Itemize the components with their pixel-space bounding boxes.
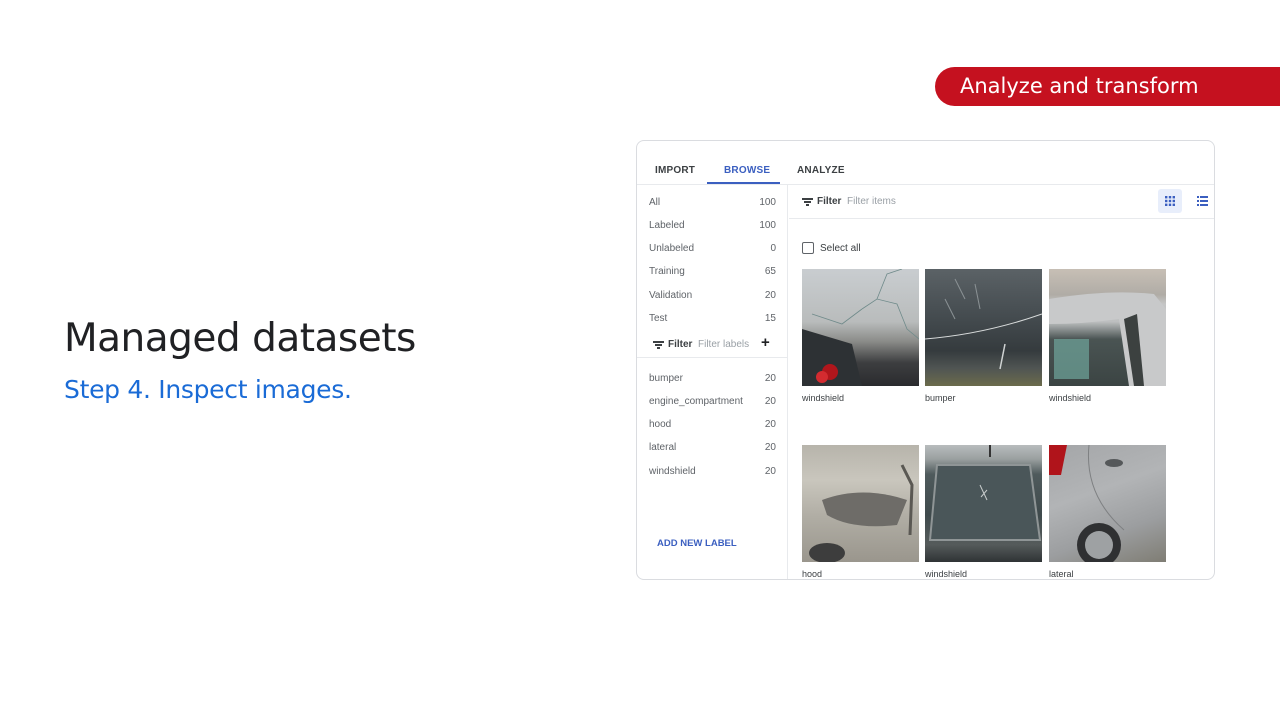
image-card[interactable]: hood <box>802 445 919 579</box>
image-thumbnail <box>925 445 1042 562</box>
select-all-label: Select all <box>820 242 861 254</box>
grid-view-icon <box>1165 196 1175 206</box>
image-label: windshield <box>925 569 968 579</box>
item-count: 20 <box>764 466 776 477</box>
image-label: bumper <box>925 393 956 403</box>
item-count: 100 <box>759 220 776 231</box>
filter-icon <box>802 198 813 206</box>
image-label: hood <box>802 569 823 579</box>
sidebar-item-unlabeled[interactable]: Unlabeled 0 <box>649 243 776 254</box>
sidebar-item-validation[interactable]: Validation 20 <box>649 290 776 301</box>
item-count: 65 <box>764 266 776 277</box>
active-tab-indicator <box>707 182 780 184</box>
image-thumbnail <box>802 445 919 562</box>
image-card[interactable]: windshield <box>1049 269 1166 403</box>
item-count: 15 <box>764 313 776 324</box>
sidebar: All 100 Labeled 100 Unlabeled 0 Training 65 … <box>637 185 788 579</box>
image-card[interactable]: bumper <box>925 269 1042 403</box>
image-label: windshield <box>802 393 845 403</box>
image-card[interactable]: lateral <box>1049 445 1166 579</box>
item-label: All <box>649 197 661 208</box>
image-thumbnail <box>802 269 919 386</box>
item-label: bumper <box>649 373 683 384</box>
image-label: lateral <box>1049 569 1074 579</box>
page-subtitle: Step 4. Inspect images. <box>64 375 352 404</box>
item-count: 100 <box>759 197 776 208</box>
page-title: Managed datasets <box>64 316 416 361</box>
item-label: Unlabeled <box>649 243 695 254</box>
grid-view-button[interactable] <box>1158 189 1182 213</box>
image-label: windshield <box>1049 393 1092 403</box>
image-thumbnail <box>1049 445 1166 562</box>
sidebar-item-all[interactable]: All 100 <box>649 197 776 208</box>
tab-analyze[interactable]: ANALYZE <box>797 165 845 176</box>
image-card[interactable]: windshield <box>925 445 1042 579</box>
sidebar-item-labeled[interactable]: Labeled 100 <box>649 220 776 231</box>
list-view-button[interactable] <box>1190 189 1214 213</box>
item-label: Validation <box>649 290 693 301</box>
item-label: Labeled <box>649 220 685 231</box>
label-item-hood[interactable]: hood 20 <box>649 419 776 430</box>
sidebar-item-test[interactable]: Test 15 <box>649 313 776 324</box>
item-count: 20 <box>764 290 776 301</box>
item-count: 20 <box>764 419 776 430</box>
label-item-lateral[interactable]: lateral 20 <box>649 442 776 453</box>
label-item-engine-compartment[interactable]: engine_compartment 20 <box>649 396 776 407</box>
image-thumbnail <box>1049 269 1166 386</box>
slide: Analyze and transform Managed datasets S… <box>0 0 1280 720</box>
image-browser: Filter Filter items Select all windshiel… <box>789 185 1214 579</box>
items-filter-input[interactable]: Filter items <box>847 196 896 207</box>
filter-icon <box>653 341 664 349</box>
item-count: 0 <box>770 243 776 254</box>
tab-bar: IMPORT BROWSE ANALYZE <box>637 141 1214 185</box>
label-filter-input[interactable]: Filter labels <box>698 339 749 350</box>
section-pill: Analyze and transform <box>935 67 1280 106</box>
image-card[interactable]: windshield <box>802 269 919 403</box>
items-filter-bar: Filter Filter items <box>789 185 1214 219</box>
checkbox[interactable] <box>802 242 814 254</box>
item-label: Training <box>649 266 685 277</box>
item-label: engine_compartment <box>649 396 743 407</box>
item-label: Test <box>649 313 668 324</box>
list-view-icon <box>1196 196 1208 206</box>
add-new-label-button[interactable]: ADD NEW LABEL <box>657 538 737 549</box>
label-filter-bar: Filter Filter labels + <box>637 331 788 358</box>
select-all-checkbox[interactable]: Select all <box>802 242 861 254</box>
sidebar-item-training[interactable]: Training 65 <box>649 266 776 277</box>
item-count: 20 <box>764 442 776 453</box>
item-label: hood <box>649 419 672 430</box>
plus-icon[interactable]: + <box>761 334 770 351</box>
item-label: lateral <box>649 442 677 453</box>
item-label: windshield <box>649 466 696 477</box>
dataset-panel: IMPORT BROWSE ANALYZE All 100 Labeled 100 … <box>636 140 1215 580</box>
items-filter-button[interactable]: Filter <box>817 196 841 207</box>
item-count: 20 <box>764 396 776 407</box>
label-filter-button[interactable]: Filter <box>668 339 692 350</box>
image-thumbnail <box>925 269 1042 386</box>
tab-browse[interactable]: BROWSE <box>724 165 770 176</box>
item-count: 20 <box>764 373 776 384</box>
label-item-windshield[interactable]: windshield 20 <box>649 466 776 477</box>
tab-import[interactable]: IMPORT <box>655 165 695 176</box>
label-item-bumper[interactable]: bumper 20 <box>649 373 776 384</box>
